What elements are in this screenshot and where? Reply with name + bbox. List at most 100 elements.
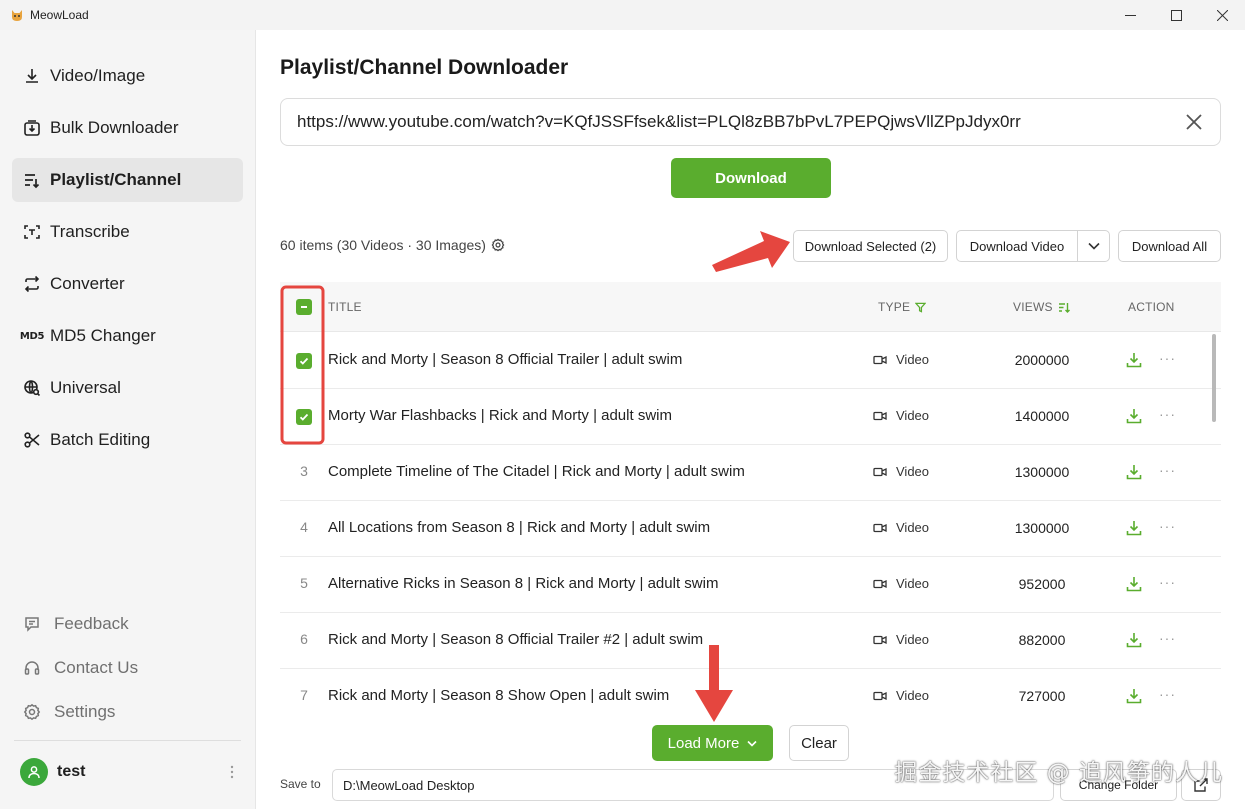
sidebar-item-label: Transcribe	[50, 222, 130, 241]
more-icon[interactable]: ···	[1159, 518, 1176, 534]
clear-url-icon[interactable]	[1184, 112, 1204, 132]
user-profile[interactable]: test	[20, 758, 235, 786]
table-row[interactable]: 6 Rick and Morty | Season 8 Official Tra…	[280, 613, 1221, 669]
sidebar-item-label: Contact Us	[54, 658, 139, 677]
gear-icon[interactable]	[491, 238, 505, 252]
maximize-button[interactable]	[1153, 0, 1199, 30]
table-scrollbar[interactable]	[1212, 334, 1216, 422]
row-index: 5	[300, 575, 308, 591]
row-type-label: Video	[896, 352, 930, 367]
items-table: TITLE TYPE VIEWS ACTION Rick and Morty |…	[280, 282, 1221, 722]
sort-icon[interactable]	[1058, 302, 1070, 313]
table-row[interactable]: 7 Rick and Morty | Season 8 Show Open | …	[280, 669, 1221, 722]
sidebar-item-feedback[interactable]: Feedback	[12, 606, 243, 642]
row-title: Rick and Morty | Season 8 Show Open | ad…	[328, 687, 670, 704]
views-header-label: VIEWS	[1013, 300, 1053, 314]
sidebar-item-label: Video/Image	[50, 66, 146, 85]
select-all-checkbox[interactable]	[296, 299, 312, 315]
item-count: 60 items (30 Videos · 30 Images)	[280, 237, 505, 253]
clear-button[interactable]: Clear	[789, 725, 849, 761]
table-row[interactable]: 3 Complete Timeline of The Citadel | Ric…	[280, 445, 1221, 501]
sidebar-item-label: MD5 Changer	[50, 326, 156, 345]
item-count-text: 60 items (30 Videos · 30 Images)	[280, 237, 486, 253]
title-bar: MeowLoad	[0, 0, 1245, 30]
row-views: 952000	[1018, 576, 1066, 592]
row-type: Video	[873, 352, 929, 367]
download-button[interactable]: Download	[671, 158, 831, 198]
row-type: Video	[873, 576, 929, 591]
row-type: Video	[873, 632, 929, 647]
more-icon[interactable]: ···	[1159, 686, 1176, 702]
user-more-button[interactable]	[229, 764, 235, 780]
chevron-down-icon[interactable]	[1078, 231, 1109, 261]
sidebar-item-batch-editing[interactable]: Batch Editing	[12, 418, 243, 462]
url-input[interactable]: https://www.youtube.com/watch?v=KQfJSSFf…	[280, 98, 1221, 146]
sidebar-item-converter[interactable]: Converter	[12, 262, 243, 306]
download-icon[interactable]	[1125, 687, 1143, 705]
row-type: Video	[873, 520, 929, 535]
row-views: 2000000	[1014, 352, 1070, 368]
table-row[interactable]: 4 All Locations from Season 8 | Rick and…	[280, 501, 1221, 557]
minimize-button[interactable]	[1107, 0, 1153, 30]
table-row[interactable]: Rick and Morty | Season 8 Official Trail…	[280, 333, 1221, 389]
table-header: TITLE TYPE VIEWS ACTION	[280, 282, 1221, 332]
sidebar-item-label: Settings	[54, 702, 116, 721]
sidebar-item-transcribe[interactable]: Transcribe	[12, 210, 243, 254]
page-title: Playlist/Channel Downloader	[280, 56, 569, 79]
sidebar-item-universal[interactable]: Universal	[12, 366, 243, 410]
download-icon[interactable]	[1125, 631, 1143, 649]
row-type-label: Video	[896, 632, 930, 647]
row-checkbox[interactable]	[296, 353, 312, 369]
action-header-label: ACTION	[1128, 300, 1175, 314]
download-selected-button[interactable]: Download Selected (2)	[793, 230, 948, 262]
row-checkbox[interactable]	[296, 409, 312, 425]
close-window-button[interactable]	[1199, 0, 1245, 30]
download-video-button[interactable]: Download Video	[957, 231, 1078, 261]
row-index: 3	[300, 463, 308, 479]
video-icon	[873, 411, 887, 420]
row-title: Morty War Flashbacks | Rick and Morty | …	[328, 407, 672, 424]
row-views: 1300000	[1014, 520, 1070, 536]
sidebar-item-settings[interactable]: Settings	[12, 694, 243, 730]
sidebar-item-playlist-channel[interactable]: Playlist/Channel	[12, 158, 243, 202]
more-icon[interactable]: ···	[1159, 350, 1176, 366]
download-icon[interactable]	[1125, 519, 1143, 537]
sidebar-item-video-image[interactable]: Video/Image	[12, 54, 243, 98]
row-type: Video	[873, 688, 929, 703]
download-all-button[interactable]: Download All	[1118, 230, 1221, 262]
download-icon[interactable]	[1125, 351, 1143, 369]
app-title: MeowLoad	[30, 8, 89, 22]
sidebar-divider	[14, 740, 241, 741]
row-type: Video	[873, 408, 929, 423]
sidebar-item-md5-changer[interactable]: MD5 MD5 Changer	[12, 314, 243, 358]
row-index: 6	[300, 631, 308, 647]
more-icon[interactable]: ···	[1159, 406, 1176, 422]
sidebar-item-label: Batch Editing	[50, 430, 151, 449]
table-row[interactable]: Morty War Flashbacks | Rick and Morty | …	[280, 389, 1221, 445]
row-type-label: Video	[896, 688, 930, 703]
row-type: Video	[873, 464, 929, 479]
table-row[interactable]: 5 Alternative Ricks in Season 8 | Rick a…	[280, 557, 1221, 613]
download-icon[interactable]	[1125, 463, 1143, 481]
download-icon[interactable]	[1125, 407, 1143, 425]
more-icon[interactable]: ···	[1159, 630, 1176, 646]
download-icon[interactable]	[1125, 575, 1143, 593]
views-column-header[interactable]: VIEWS	[1013, 300, 1070, 314]
row-views: 1400000	[1014, 408, 1070, 424]
load-more-button[interactable]: Load More	[652, 725, 773, 761]
filter-icon[interactable]	[915, 302, 927, 313]
download-video-split-button: Download Video	[956, 230, 1110, 262]
gear-icon	[22, 702, 42, 722]
user-name: test	[57, 763, 86, 780]
sidebar-item-label: Universal	[50, 378, 121, 397]
sidebar-item-bulk-downloader[interactable]: Bulk Downloader	[12, 106, 243, 150]
download-icon	[22, 66, 42, 86]
more-icon[interactable]: ···	[1159, 462, 1176, 478]
row-type-label: Video	[896, 520, 930, 535]
sidebar-item-contact-us[interactable]: Contact Us	[12, 650, 243, 686]
more-icon[interactable]: ···	[1159, 574, 1176, 590]
row-title: Rick and Morty | Season 8 Official Trail…	[328, 351, 683, 368]
type-column-header[interactable]: TYPE	[878, 300, 927, 314]
row-title: Complete Timeline of The Citadel | Rick …	[328, 463, 745, 480]
load-more-label: Load More	[667, 734, 740, 752]
